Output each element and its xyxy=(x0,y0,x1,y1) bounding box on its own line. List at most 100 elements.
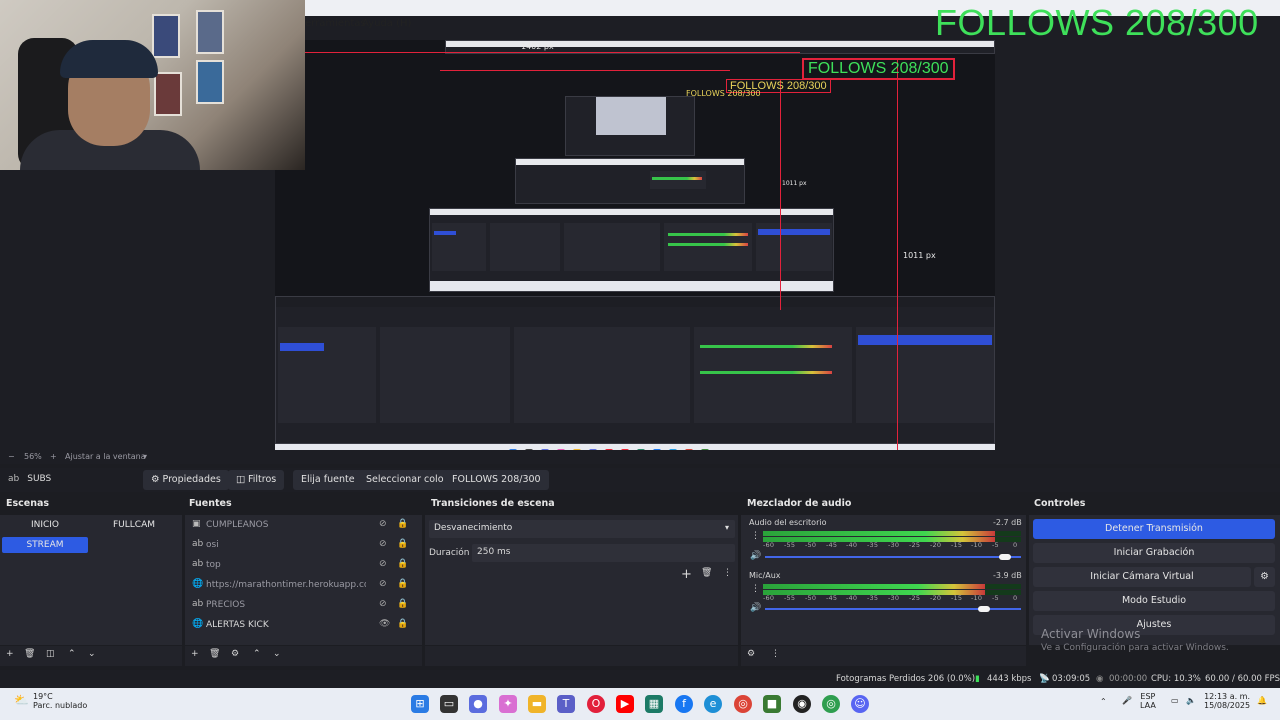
copilot-icon[interactable]: ✦ xyxy=(499,695,517,713)
channel-desktop-name: Audio del escritorio xyxy=(749,518,827,527)
mixer-toolbar: ⚙ ⋮ xyxy=(741,646,1026,666)
meter-scale-tick: -10 xyxy=(971,594,983,602)
filters-button[interactable]: ◫ Filtros xyxy=(228,470,285,490)
source-row[interactable]: ab osi ⊘ 🔒 xyxy=(190,537,418,555)
source-row[interactable]: ab top ⊘ 🔒 xyxy=(190,557,418,575)
clock-date: 15/08/2025 xyxy=(1204,701,1251,710)
meter-scale-tick: -45 xyxy=(826,541,838,549)
zoom-controls: − 56% + Ajustar a la ventana ▾ xyxy=(0,450,1280,464)
lock-icon[interactable]: 🔒 xyxy=(397,619,408,629)
chevron-up-icon[interactable]: ⌃ xyxy=(68,649,76,659)
speaker-icon[interactable]: 🔊 xyxy=(750,551,761,561)
trash-icon[interactable]: 🗑 xyxy=(24,649,35,659)
lock-icon[interactable]: 🔒 xyxy=(397,599,408,609)
obs-icon[interactable]: ◉ xyxy=(793,695,811,713)
duration-input[interactable]: 250 ms xyxy=(472,544,735,562)
scene-fullcam[interactable]: FULLCAM xyxy=(91,517,177,533)
eye-off-icon[interactable]: ⊘ xyxy=(379,539,387,549)
more-options-icon[interactable]: ⋮ xyxy=(751,531,760,541)
start-virtual-cam-button[interactable]: Iniciar Cámara Virtual xyxy=(1033,567,1251,587)
source-row[interactable]: ▣ CUMPLEAÑOS ⊘ 🔒 xyxy=(190,517,418,535)
choose-source-button[interactable]: Elija fuente xyxy=(293,470,363,490)
preview-canvas[interactable] xyxy=(275,40,995,444)
zoom-out-button[interactable]: − xyxy=(8,452,15,461)
scene-inicio[interactable]: INICIO xyxy=(2,517,88,533)
lock-icon[interactable]: 🔒 xyxy=(397,579,408,589)
menu-help[interactable]: Ayuda (H) xyxy=(362,18,411,29)
select-color-button[interactable]: Seleccionar color xyxy=(358,470,456,490)
discord-icon[interactable]: ☺ xyxy=(851,695,869,713)
more-options-icon[interactable]: ⋮ xyxy=(771,649,780,659)
start-recording-button[interactable]: Iniciar Grabación xyxy=(1033,543,1275,563)
more-options-icon[interactable]: ⋮ xyxy=(751,584,760,594)
add-icon[interactable]: + xyxy=(681,567,692,582)
source-row[interactable]: ab PRECIOS ⊘ 🔒 xyxy=(190,597,418,615)
more-options-icon[interactable]: ⋮ xyxy=(723,568,732,578)
task-view-icon[interactable]: ▭ xyxy=(440,695,458,713)
chevron-down-icon[interactable]: ⌄ xyxy=(273,649,281,659)
chevron-down-icon[interactable]: ⌄ xyxy=(88,649,96,659)
meter-scale-tick: 0 xyxy=(1013,594,1018,602)
notification-icon[interactable]: 🔔 xyxy=(1257,696,1267,705)
lock-icon[interactable]: 🔒 xyxy=(397,559,408,569)
volume-slider[interactable] xyxy=(765,556,1021,558)
chevron-up-icon[interactable]: ⌃ xyxy=(1100,697,1107,706)
scene-stream[interactable]: STREAM xyxy=(2,537,88,553)
source-row[interactable]: 🌐 https://marathontimer.herokuapp.com/ti… xyxy=(190,577,418,595)
image-icon: ▣ xyxy=(192,519,201,529)
eye-off-icon[interactable]: ⊘ xyxy=(379,599,387,609)
menu-tools[interactable]: erramientas xyxy=(305,18,366,29)
source-label: osi xyxy=(206,540,219,550)
eye-icon[interactable]: 👁 xyxy=(379,619,390,629)
edge-icon[interactable]: e xyxy=(704,695,722,713)
volume-slider-knob[interactable] xyxy=(999,554,1011,560)
youtube-icon[interactable]: ▶ xyxy=(616,695,634,713)
eye-off-icon[interactable]: ⊘ xyxy=(379,579,387,589)
chevron-up-icon[interactable]: ⌃ xyxy=(253,649,261,659)
microphone-icon[interactable]: 🎤 xyxy=(1122,696,1132,705)
properties-button[interactable]: ⚙ Propiedades xyxy=(143,470,229,490)
fit-window-button[interactable]: Ajustar a la ventana xyxy=(65,452,146,461)
chat-icon[interactable]: ● xyxy=(469,695,487,713)
trash-icon[interactable]: 🗑 xyxy=(701,568,712,578)
network-icon[interactable]: ▭ xyxy=(1171,696,1179,705)
start-icon[interactable]: ⊞ xyxy=(411,695,429,713)
trash-icon[interactable]: 🗑 xyxy=(209,649,220,659)
opera-icon[interactable]: O xyxy=(587,695,605,713)
language-indicator[interactable]: ESP LAA xyxy=(1140,692,1156,710)
eye-off-icon[interactable]: ⊘ xyxy=(379,559,387,569)
add-icon[interactable]: + xyxy=(6,649,14,659)
volume-icon[interactable]: 🔈 xyxy=(1186,696,1196,705)
minecraft-icon[interactable]: ■ xyxy=(763,695,781,713)
stop-stream-button[interactable]: Detener Transmisión xyxy=(1033,519,1275,539)
weather-widget[interactable]: 19°C Parc. nublado xyxy=(33,692,87,710)
source-row[interactable]: 🌐 ALERTAS KICK 👁 🔒 xyxy=(190,617,418,635)
folder-icon[interactable]: ▬ xyxy=(528,695,546,713)
chrome-icon[interactable]: ◎ xyxy=(734,695,752,713)
follows-text-field[interactable]: FOLLOWS 208/300 xyxy=(444,470,549,490)
follows-counter-selected[interactable]: FOLLOWS 208/300 xyxy=(802,58,955,80)
meter-scale-tick: -50 xyxy=(805,541,817,549)
lock-icon[interactable]: 🔒 xyxy=(397,519,408,529)
clock[interactable]: 12:13 a. m. 15/08/2025 xyxy=(1204,692,1250,710)
eye-off-icon[interactable]: ⊘ xyxy=(379,519,387,529)
facebook-icon[interactable]: f xyxy=(675,695,693,713)
gear-icon[interactable]: ⚙ xyxy=(231,649,239,659)
selected-source-label: SUBS xyxy=(27,474,52,484)
zoom-in-button[interactable]: + xyxy=(50,452,57,461)
store-icon[interactable]: ▦ xyxy=(645,695,663,713)
volume-slider-knob[interactable] xyxy=(978,606,990,612)
obs-window: 1402 px 1011 px 1011 px FOLLOWS 208/300 … xyxy=(0,0,1280,720)
gear-icon[interactable]: ⚙ xyxy=(747,649,755,659)
lock-icon[interactable]: 🔒 xyxy=(397,539,408,549)
virtual-cam-settings-button[interactable]: ⚙ xyxy=(1254,567,1275,587)
speaker-icon[interactable]: 🔊 xyxy=(750,603,761,613)
studio-mode-button[interactable]: Modo Estudio xyxy=(1033,591,1275,611)
chevron-down-icon[interactable]: ▾ xyxy=(143,452,147,461)
scenes-toolbar: + 🗑 ◫ ⌃ ⌄ xyxy=(0,646,182,666)
transition-select[interactable]: Desvanecimiento ▾ xyxy=(429,520,735,538)
teams-icon[interactable]: T xyxy=(557,695,575,713)
filter-icon[interactable]: ◫ xyxy=(46,649,55,659)
chrome-profile-icon[interactable]: ◎ xyxy=(822,695,840,713)
add-icon[interactable]: + xyxy=(191,649,199,659)
